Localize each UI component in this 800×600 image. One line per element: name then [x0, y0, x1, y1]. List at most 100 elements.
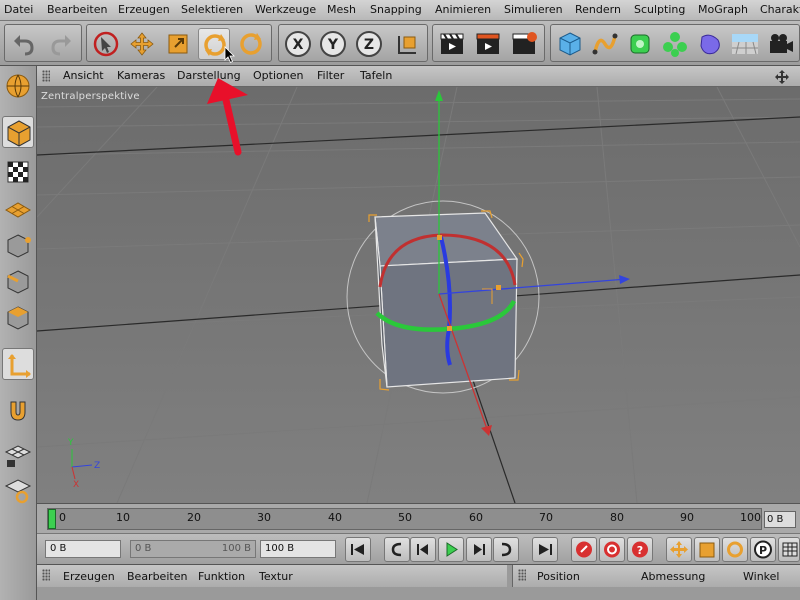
- workplane-mode-button[interactable]: [2, 192, 34, 224]
- svg-text:P: P: [759, 544, 767, 557]
- panel-grip[interactable]: [42, 569, 50, 581]
- viewport-menu-tafeln[interactable]: Tafeln: [360, 69, 392, 82]
- key-pla-button[interactable]: [778, 537, 800, 562]
- menu-mesh[interactable]: Mesh: [327, 3, 356, 16]
- handle-top[interactable]: [437, 235, 442, 240]
- workplane-button[interactable]: [2, 474, 34, 506]
- handle-bottom[interactable]: [447, 326, 452, 331]
- viewport-menu-filter[interactable]: Filter: [317, 69, 344, 82]
- viewport-menu-darstellung[interactable]: Darstellung: [177, 69, 241, 82]
- panel-grip[interactable]: [518, 569, 526, 581]
- camera-button[interactable]: [765, 28, 797, 60]
- play-button[interactable]: [438, 537, 464, 562]
- preview-range-slider[interactable]: 0 B 100 B: [130, 540, 256, 558]
- auto-key-button[interactable]: [599, 537, 625, 562]
- key-position-button[interactable]: [666, 537, 692, 562]
- axis-mode-button[interactable]: [2, 348, 34, 380]
- render-to-picture-viewer-button[interactable]: [472, 28, 504, 60]
- render-scene-button[interactable]: [2, 70, 34, 102]
- 3d-viewport[interactable]: Y Z X Zentralperspektive: [37, 87, 800, 503]
- key-rotation-button[interactable]: [722, 537, 748, 562]
- next-frame-button[interactable]: [466, 537, 492, 562]
- spline-button[interactable]: [589, 28, 621, 60]
- z-axis-lock[interactable]: Z: [353, 28, 385, 60]
- render-view-button[interactable]: [436, 28, 468, 60]
- material-menu-funktion[interactable]: Funktion: [198, 570, 245, 583]
- menu-bearbeiten[interactable]: Bearbeiten: [47, 3, 107, 16]
- spline-icon: [592, 33, 618, 55]
- x-axis-lock[interactable]: X: [282, 28, 314, 60]
- redo-icon: [51, 35, 71, 56]
- model-mode-button[interactable]: [2, 116, 34, 148]
- y-axis-icon: Y: [320, 31, 346, 57]
- cube-object-button[interactable]: [554, 28, 586, 60]
- key-parameter-button[interactable]: P: [750, 537, 776, 562]
- panel-grip[interactable]: [42, 70, 50, 82]
- menu-rendern[interactable]: Rendern: [575, 3, 621, 16]
- move-icon: [670, 541, 688, 558]
- coordinate-system-button[interactable]: [391, 28, 423, 60]
- keyframe-selection-button[interactable]: ?: [627, 537, 653, 562]
- floor-button[interactable]: [729, 28, 761, 60]
- deformer-button[interactable]: [694, 28, 726, 60]
- end-frame-field[interactable]: 100 B: [260, 540, 336, 558]
- viewport-menu-kameras[interactable]: Kameras: [117, 69, 165, 82]
- menu-charakter[interactable]: Charakter: [760, 3, 800, 16]
- next-key-button[interactable]: [493, 537, 519, 562]
- material-menu-textur[interactable]: Textur: [259, 570, 293, 583]
- record-button[interactable]: [571, 537, 597, 562]
- workplane-lock-button[interactable]: [2, 438, 34, 470]
- timeline-ruler[interactable]: 0 10 20 30 40 50 60 70 80 90 100: [47, 508, 762, 530]
- prev-frame-button[interactable]: [410, 537, 436, 562]
- bottom-panels: Erzeugen Bearbeiten Funktion Textur Posi…: [37, 564, 800, 600]
- goto-end-button[interactable]: [532, 537, 558, 562]
- material-menu-bearbeiten[interactable]: Bearbeiten: [127, 570, 187, 583]
- live-selection-tool[interactable]: [90, 28, 122, 60]
- menu-werkzeuge[interactable]: Werkzeuge: [255, 3, 316, 16]
- menu-animieren[interactable]: Animieren: [435, 3, 491, 16]
- current-frame-field[interactable]: 0 B: [764, 511, 796, 528]
- prev-frame-icon: [417, 544, 428, 555]
- scale-tool[interactable]: [162, 28, 194, 60]
- menu-datei[interactable]: Datei: [4, 3, 33, 16]
- subdivision-button[interactable]: [624, 28, 656, 60]
- cloner-button[interactable]: [659, 28, 691, 60]
- handle-right[interactable]: [496, 285, 501, 290]
- edges-mode-button[interactable]: [2, 266, 34, 298]
- render-settings-button[interactable]: [508, 28, 540, 60]
- points-mode-button[interactable]: [2, 230, 34, 262]
- pan-view-icon[interactable]: [774, 69, 790, 85]
- left-tool-palette: [0, 66, 37, 600]
- goto-start-button[interactable]: [345, 537, 371, 562]
- snapping-button[interactable]: [2, 394, 34, 426]
- material-menu-erzeugen[interactable]: Erzeugen: [63, 570, 115, 583]
- y-axis-lock[interactable]: Y: [317, 28, 349, 60]
- menu-simulieren[interactable]: Simulieren: [504, 3, 563, 16]
- viewport-menu-optionen[interactable]: Optionen: [253, 69, 303, 82]
- viewport-menubar: Ansicht Kameras Darstellung Optionen Fil…: [37, 66, 800, 87]
- menu-erzeugen[interactable]: Erzeugen: [118, 3, 170, 16]
- key-scale-button[interactable]: [694, 537, 720, 562]
- move-tool[interactable]: [126, 28, 158, 60]
- polygons-mode-button[interactable]: [2, 302, 34, 334]
- subdivision-icon: [630, 34, 650, 54]
- rotate-tool-alt[interactable]: [235, 28, 267, 60]
- mouse-cursor-icon: [224, 46, 235, 64]
- viewport-menu-ansicht[interactable]: Ansicht: [63, 69, 104, 82]
- redo-button[interactable]: [45, 28, 77, 60]
- cube-object[interactable]: [368, 210, 524, 391]
- texture-mode-button[interactable]: [2, 156, 34, 188]
- playhead[interactable]: [48, 509, 56, 529]
- z-axis-label: Z: [364, 37, 374, 53]
- skip-end-icon: [539, 544, 552, 555]
- start-frame-field[interactable]: 0 B: [45, 540, 121, 558]
- z-axis-icon: Z: [356, 31, 382, 57]
- render-group: [432, 24, 545, 62]
- menu-sculpting[interactable]: Sculpting: [634, 3, 685, 16]
- menu-selektieren[interactable]: Selektieren: [181, 3, 243, 16]
- menu-snapping[interactable]: Snapping: [370, 3, 422, 16]
- prev-key-button[interactable]: [384, 537, 410, 562]
- menu-mograph[interactable]: MoGraph: [698, 3, 748, 16]
- cloner-icon: [663, 32, 687, 57]
- undo-button[interactable]: [8, 28, 40, 60]
